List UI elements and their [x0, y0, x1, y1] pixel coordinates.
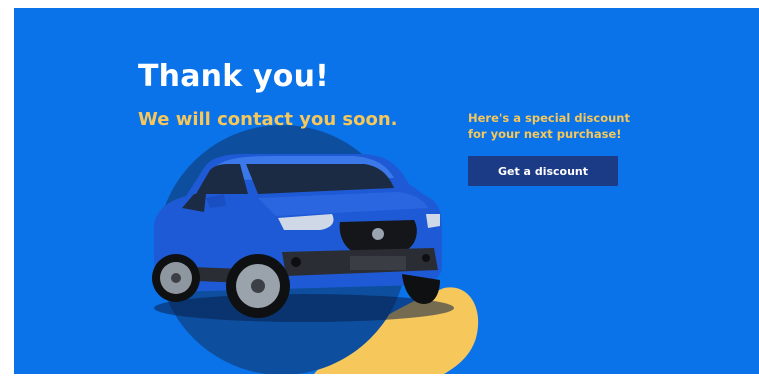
- page-title: Thank you!: [138, 59, 330, 94]
- thank-you-banner: Thank you! We will contact you soon. Her…: [14, 8, 759, 374]
- get-discount-button[interactable]: Get a discount: [468, 156, 618, 186]
- front-wheel: [226, 254, 290, 318]
- contact-message: We will contact you soon.: [138, 109, 398, 130]
- discount-message: Here's a special discount for your next …: [468, 111, 630, 141]
- rear-wheel: [152, 254, 200, 302]
- car-illustration: [152, 125, 479, 374]
